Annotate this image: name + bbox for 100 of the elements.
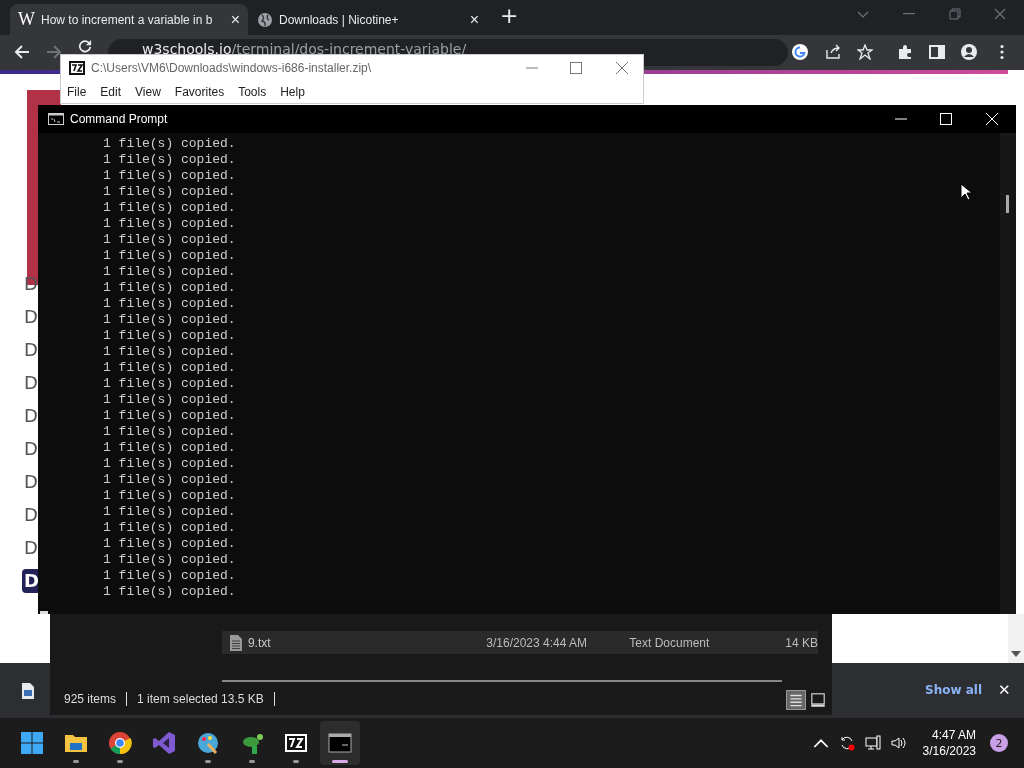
back-icon[interactable] — [14, 44, 30, 60]
sidebar-item[interactable]: D — [22, 404, 40, 428]
file-row[interactable]: 9.txt 3/16/2023 4:44 AM Text Document 14 KB — [222, 631, 818, 654]
console-line: 1 file(s) copied. — [103, 440, 236, 456]
sidebar-item[interactable]: D — [22, 305, 40, 329]
console-line: 1 file(s) copied. — [103, 376, 236, 392]
sidebar-item[interactable]: D — [22, 503, 40, 527]
palette-icon — [196, 731, 220, 755]
turtle-icon — [240, 731, 264, 755]
date: 3/16/2023 — [922, 743, 976, 759]
console-line: 1 file(s) copied. — [103, 472, 236, 488]
console-line: 1 file(s) copied. — [103, 296, 236, 312]
console-line: 1 file(s) copied. — [103, 248, 236, 264]
console-line: 1 file(s) copied. — [103, 568, 236, 584]
mouse-pointer-icon — [960, 183, 972, 201]
menu-item[interactable]: File — [67, 85, 87, 99]
forward-icon[interactable] — [46, 44, 62, 60]
globe-icon — [257, 11, 273, 28]
console-line: 1 file(s) copied. — [103, 424, 236, 440]
document-icon — [230, 634, 242, 651]
console-line: 1 file(s) copied. — [103, 360, 236, 376]
file-date: 3/16/2023 4:44 AM — [486, 635, 589, 650]
console-line: 1 file(s) copied. — [103, 280, 236, 296]
volume-icon[interactable] — [890, 735, 907, 751]
time: 4:47 AM — [931, 727, 976, 743]
console-line: 1 file(s) copied. — [103, 520, 236, 536]
reload-icon[interactable] — [78, 39, 92, 53]
menu-item[interactable]: Tools — [238, 85, 267, 99]
console-line: 1 file(s) copied. — [103, 200, 236, 216]
scroll-down-icon[interactable] — [1011, 651, 1021, 657]
studio-icon — [152, 731, 176, 755]
sidebar-item[interactable]: D — [22, 338, 40, 362]
sidebar-item[interactable]: D — [22, 272, 40, 296]
selection-info: 1 item selected 13.5 KB — [137, 692, 264, 706]
console-line: 1 file(s) copied. — [103, 408, 236, 424]
console-line: 1 file(s) copied. — [103, 456, 236, 472]
new-tab-button[interactable]: + — [500, 3, 519, 28]
star-icon[interactable] — [857, 44, 873, 60]
console-line: 1 file(s) copied. — [103, 392, 236, 408]
show-all-link[interactable]: Show all — [925, 683, 983, 697]
terminal-icon — [328, 731, 352, 755]
close-tab-button[interactable]: × — [230, 10, 240, 29]
sidebar-item[interactable]: D — [22, 470, 40, 494]
console-line: 1 file(s) copied. — [103, 216, 236, 232]
console-line: 1 file(s) copied. — [103, 168, 236, 184]
site-favicon: W — [18, 9, 35, 30]
puzzle-icon[interactable] — [897, 44, 913, 60]
google-icon[interactable] — [792, 44, 808, 60]
details-view-icon[interactable] — [787, 691, 805, 709]
console-line: 1 file(s) copied. — [103, 264, 236, 280]
menu-item[interactable]: View — [135, 85, 161, 99]
profile-icon[interactable] — [961, 44, 977, 60]
minimize-icon[interactable] — [903, 13, 915, 15]
restore-icon[interactable] — [949, 8, 961, 20]
scroll-thumb[interactable] — [1006, 195, 1009, 213]
sidebar-item[interactable]: D — [22, 437, 40, 461]
console-line: 1 file(s) copied. — [103, 328, 236, 344]
menu-item[interactable]: Favorites — [174, 85, 225, 99]
text-cursor — [40, 611, 48, 614]
file-name: 9.txt — [247, 635, 272, 650]
close-tab-button[interactable]: × — [469, 10, 479, 29]
clock[interactable]: 4:47 AM 3/16/2023 — [922, 727, 976, 759]
console-line: 1 file(s) copied. — [103, 184, 236, 200]
console-line: 1 file(s) copied. — [103, 136, 236, 152]
start-icon — [20, 731, 44, 755]
console-line: 1 file(s) copied. — [103, 232, 236, 248]
sync-icon[interactable] — [838, 735, 855, 751]
browser-tab[interactable]: W How to increment a variable in b × — [10, 4, 248, 35]
archive-icon — [69, 61, 85, 75]
browser-icon — [108, 731, 132, 755]
file-size: 14 KB — [784, 635, 818, 650]
network-icon[interactable] — [864, 735, 881, 751]
scrollbar[interactable] — [1008, 614, 1024, 663]
sidebar-item[interactable]: D — [22, 371, 40, 395]
console-line: 1 file(s) copied. — [103, 552, 236, 568]
console-line: 1 file(s) copied. — [103, 312, 236, 328]
console-line: 1 file(s) copied. — [103, 536, 236, 552]
scrollbar[interactable] — [1000, 133, 1016, 614]
side-panel-icon[interactable] — [929, 44, 945, 60]
console-line: 1 file(s) copied. — [103, 344, 236, 360]
console-line: 1 file(s) copied. — [103, 504, 236, 520]
notification-badge[interactable]: 2 — [990, 734, 1008, 752]
taskbar-app[interactable] — [320, 721, 360, 765]
horizontal-scrollbar[interactable] — [222, 680, 782, 682]
close-button[interactable]: ✕ — [998, 681, 1011, 699]
console-line: 1 file(s) copied. — [103, 488, 236, 504]
browser-tab[interactable]: Downloads | Nicotine+ × — [249, 4, 487, 35]
sidebar-item[interactable]: D — [22, 536, 40, 560]
menu-item[interactable]: Help — [280, 85, 305, 99]
file-type: Text Document — [629, 635, 711, 650]
console-line: 1 file(s) copied. — [103, 152, 236, 168]
tiles-view-icon[interactable] — [809, 691, 827, 709]
file-icon[interactable] — [22, 683, 34, 699]
console-line: 1 file(s) copied. — [103, 584, 236, 600]
share-icon[interactable] — [825, 44, 841, 60]
archive-icon — [284, 731, 308, 755]
tab-search-icon[interactable] — [857, 11, 869, 19]
item-count: 925 items — [64, 692, 117, 706]
menu-item[interactable]: Edit — [100, 85, 122, 99]
console-icon — [48, 113, 64, 125]
